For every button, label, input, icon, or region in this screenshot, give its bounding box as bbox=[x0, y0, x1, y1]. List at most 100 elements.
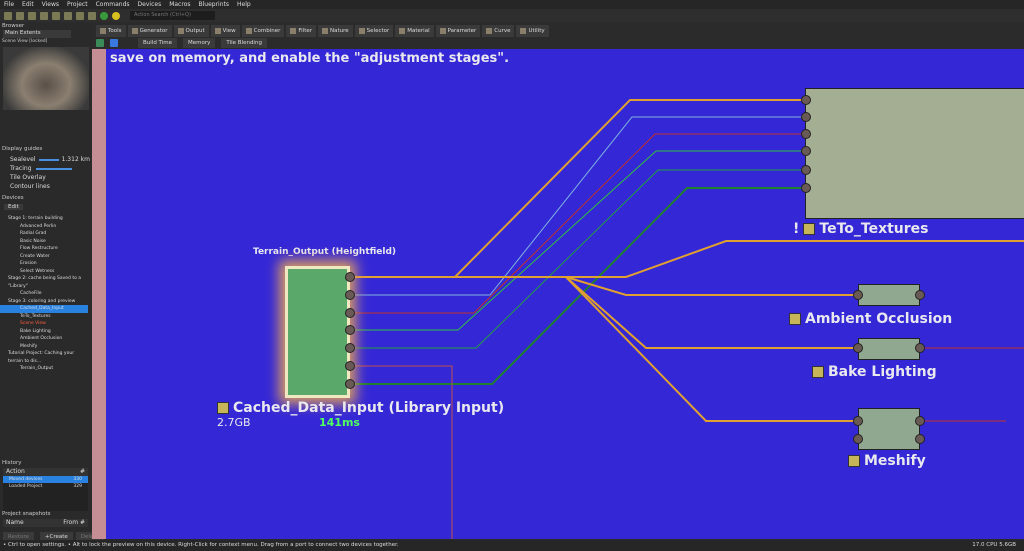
new-icon[interactable] bbox=[4, 11, 12, 20]
node-color-swatch bbox=[848, 455, 860, 467]
extents-dropdown[interactable]: Main Extents bbox=[3, 30, 71, 38]
menu-macros[interactable]: Macros bbox=[169, 1, 190, 8]
menu-commands[interactable]: Commands bbox=[96, 1, 130, 8]
tab-selector[interactable]: Selector bbox=[354, 25, 394, 37]
tile-blending-button[interactable]: Tile Blending bbox=[221, 38, 267, 48]
device-item[interactable]: CacheFile bbox=[0, 290, 88, 298]
device-item[interactable]: Radial Grad bbox=[0, 230, 88, 238]
tool-icon[interactable] bbox=[40, 11, 48, 20]
port[interactable] bbox=[915, 290, 925, 300]
menu-edit[interactable]: Edit bbox=[22, 1, 34, 8]
crosshair-icon[interactable] bbox=[110, 39, 118, 47]
port[interactable] bbox=[853, 416, 863, 426]
port[interactable] bbox=[801, 165, 811, 175]
device-item[interactable]: Create Water bbox=[0, 253, 88, 261]
action-search-input[interactable]: Action Search (Ctrl+Q) bbox=[130, 11, 215, 20]
tab-nature[interactable]: Nature bbox=[318, 25, 353, 37]
port[interactable] bbox=[345, 343, 355, 353]
history-title: History bbox=[2, 460, 22, 466]
menu-help[interactable]: Help bbox=[237, 1, 251, 8]
device-item[interactable]: Basic Noise bbox=[0, 238, 88, 246]
tab-output[interactable]: Output bbox=[173, 25, 209, 37]
tab-filter[interactable]: Filter bbox=[286, 25, 317, 37]
tab-material[interactable]: Material bbox=[395, 25, 434, 37]
export-icon[interactable] bbox=[64, 11, 72, 20]
tab-utility[interactable]: Utility bbox=[516, 25, 549, 37]
contour-lines-checkbox[interactable]: Contour lines bbox=[10, 182, 90, 191]
tab-label: Generator bbox=[139, 27, 168, 34]
port[interactable] bbox=[915, 416, 925, 426]
device-item[interactable]: Terrain_Output bbox=[0, 365, 88, 373]
device-item[interactable]: Cached_Data_Input bbox=[0, 305, 88, 313]
layout-icon[interactable] bbox=[76, 11, 84, 20]
menu-project[interactable]: Project bbox=[67, 1, 88, 8]
tab-tools[interactable]: Tools bbox=[96, 25, 126, 37]
ambient-occlusion-node[interactable] bbox=[858, 284, 920, 306]
port[interactable] bbox=[345, 272, 355, 282]
tab-label: Tools bbox=[108, 27, 122, 34]
port[interactable] bbox=[345, 379, 355, 389]
menu-blueprints[interactable]: Blueprints bbox=[199, 1, 230, 8]
port[interactable] bbox=[915, 343, 925, 353]
cached-data-input-node[interactable] bbox=[285, 266, 350, 398]
port[interactable] bbox=[801, 183, 811, 193]
history-row[interactable]: Moved devices 330 bbox=[3, 476, 88, 483]
yellow-orb-icon[interactable] bbox=[112, 11, 120, 20]
build-time-button[interactable]: Build Time bbox=[138, 38, 178, 48]
device-item[interactable]: Flow Restructure bbox=[0, 245, 88, 253]
green-orb-icon[interactable] bbox=[100, 11, 108, 20]
device-item[interactable]: Advanced Perlin bbox=[0, 223, 88, 231]
tab-parameter[interactable]: Parameter bbox=[435, 25, 481, 37]
device-group[interactable]: Stage 3: coloring and preview bbox=[0, 298, 88, 306]
tab-label: Filter bbox=[298, 27, 313, 34]
port[interactable] bbox=[915, 434, 925, 444]
port[interactable] bbox=[801, 95, 811, 105]
tab-curve[interactable]: Curve bbox=[482, 25, 515, 37]
device-item[interactable]: Select Wetness bbox=[0, 268, 88, 276]
device-item[interactable]: Erosion bbox=[0, 260, 88, 268]
tile-overlay-checkbox[interactable]: Tile Overlay bbox=[10, 173, 90, 182]
device-item[interactable]: Scene View bbox=[0, 320, 88, 328]
tab-combiner[interactable]: Combiner bbox=[241, 25, 285, 37]
memory-button[interactable]: Memory bbox=[183, 38, 216, 48]
open-icon[interactable] bbox=[16, 11, 24, 20]
save-icon[interactable] bbox=[28, 11, 36, 20]
port[interactable] bbox=[801, 112, 811, 122]
edit-button[interactable]: Edit bbox=[4, 204, 23, 210]
meshify-node[interactable] bbox=[858, 408, 920, 450]
device-item[interactable]: Meshify bbox=[0, 343, 88, 351]
history-row[interactable]: Loaded Project 329 bbox=[3, 483, 88, 490]
port[interactable] bbox=[853, 290, 863, 300]
port[interactable] bbox=[345, 290, 355, 300]
device-item[interactable]: Bake Lighting bbox=[0, 328, 88, 336]
terrain-icon[interactable] bbox=[96, 39, 104, 47]
port[interactable] bbox=[801, 129, 811, 139]
port[interactable] bbox=[853, 343, 863, 353]
device-item[interactable]: TeTo_Textures bbox=[0, 313, 88, 321]
port[interactable] bbox=[345, 361, 355, 371]
menu-devices[interactable]: Devices bbox=[138, 1, 162, 8]
device-item[interactable]: Ambient Occlusion bbox=[0, 335, 88, 343]
snapshots-title: Project snapshots bbox=[2, 511, 51, 517]
menu-file[interactable]: File bbox=[4, 1, 14, 8]
port[interactable] bbox=[853, 434, 863, 444]
tab-view[interactable]: View bbox=[210, 25, 240, 37]
port[interactable] bbox=[345, 325, 355, 335]
device-group[interactable]: Stage 1: terrain building bbox=[0, 215, 88, 223]
sealevel-value[interactable]: 1.312 km bbox=[62, 155, 90, 164]
port[interactable] bbox=[345, 308, 355, 318]
tab-generator[interactable]: Generator bbox=[127, 25, 172, 37]
port[interactable] bbox=[801, 146, 811, 156]
tracing-slider[interactable] bbox=[35, 168, 72, 170]
grid-icon[interactable] bbox=[88, 11, 96, 20]
node-graph-canvas[interactable]: save on memory, and enable the "adjustme… bbox=[106, 49, 1024, 539]
device-group[interactable]: Stage 2: cache being Saved to a "Library… bbox=[0, 275, 88, 290]
build-icon[interactable] bbox=[52, 11, 60, 20]
sealevel-slider[interactable] bbox=[38, 159, 59, 161]
tab-label: Output bbox=[185, 27, 205, 34]
scene-preview-image[interactable] bbox=[3, 47, 89, 110]
menu-views[interactable]: Views bbox=[42, 1, 59, 8]
teto-textures-node[interactable] bbox=[805, 88, 1024, 219]
device-group[interactable]: Tutorial Project: Caching your terrain t… bbox=[0, 350, 88, 365]
bake-lighting-node[interactable] bbox=[858, 338, 920, 360]
